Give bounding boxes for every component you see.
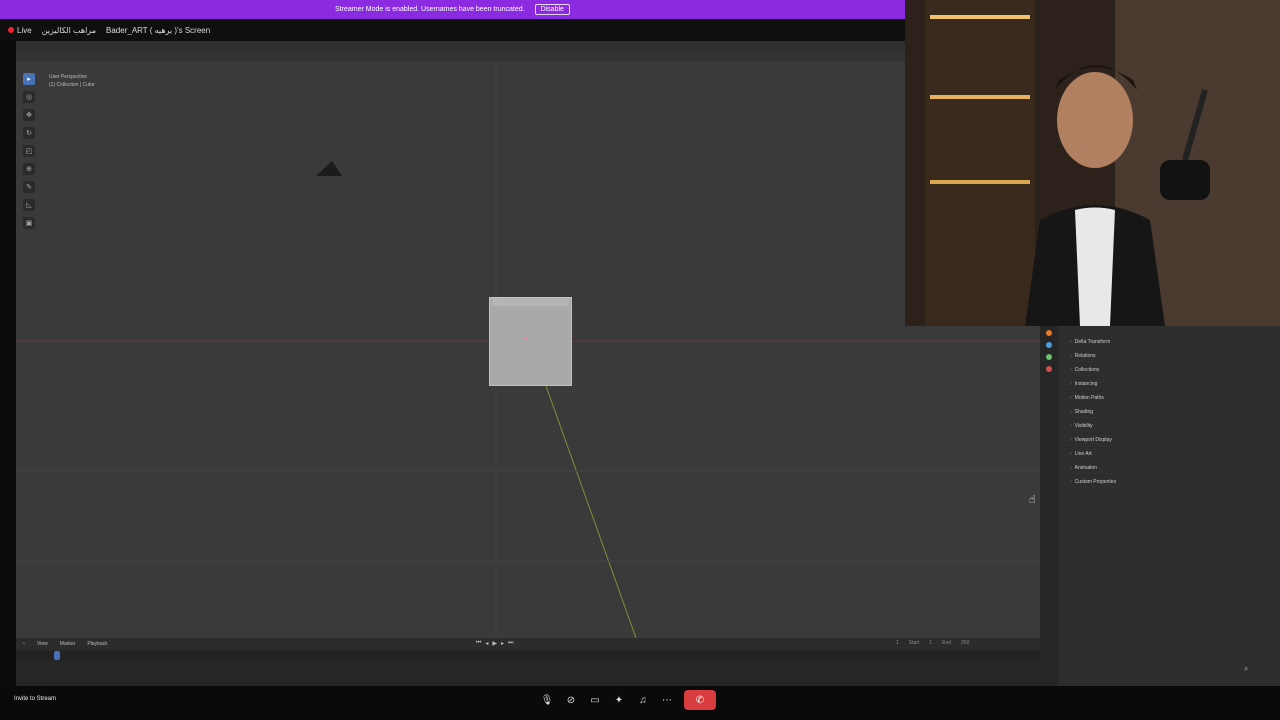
viewport-info: User Perspective (1) Collection | Cube xyxy=(49,73,95,89)
call-controls: 🎙 ⊘ ▭ ✦ ♫ ⋯ ✆ xyxy=(540,690,716,710)
select-tool-icon[interactable]: ▸ xyxy=(23,73,35,85)
screen-share-icon[interactable]: ▭ xyxy=(588,693,602,707)
microphone xyxy=(1160,160,1210,200)
play-icon[interactable]: ▶ xyxy=(492,640,497,647)
activities-icon[interactable]: ✦ xyxy=(612,693,626,707)
timeline-panel: ◔ View Marker Playback ⏮ ◂ ▶ ▸ ⏭ 1 Start… xyxy=(16,638,1040,686)
stream-header: Live مراهب الكاليزين Bader_ART ( برهيه )… xyxy=(0,19,905,41)
physics-tab-icon[interactable] xyxy=(1046,354,1052,360)
prop-delta-transform[interactable]: › Delta Transform xyxy=(1064,336,1260,350)
prop-motion-paths[interactable]: › Motion Paths xyxy=(1064,392,1260,406)
scale-tool-icon[interactable]: ◰ xyxy=(23,145,35,157)
material-tab-icon[interactable] xyxy=(1046,366,1052,372)
properties-panel: › Delta Transform › Relations › Collections… xyxy=(1040,326,1280,686)
measure-tool-icon[interactable]: ◺ xyxy=(23,199,35,211)
frame-range: 1 Start 1 End 250 xyxy=(896,640,969,646)
soundboard-icon[interactable]: ♫ xyxy=(636,693,650,707)
disable-button[interactable]: Disable xyxy=(534,4,570,15)
shelf-light xyxy=(930,95,1030,99)
prop-animation[interactable]: › Animation xyxy=(1064,462,1260,476)
invite-to-stream-button[interactable]: Invite to Stream xyxy=(14,696,56,702)
more-options-icon[interactable]: ⋯ xyxy=(660,693,674,707)
prop-visibility[interactable]: › Visibility xyxy=(1064,420,1260,434)
zoom-search-icon[interactable]: ⌕ xyxy=(1244,664,1248,674)
live-dot-icon xyxy=(8,26,14,33)
blender-viewport[interactable]: ▸ ◎ ✥ ↻ ◰ ⊕ ✎ ◺ ▣ User Perspective (1) C… xyxy=(16,41,1040,638)
move-tool-icon[interactable]: ✥ xyxy=(23,109,35,121)
prop-collections[interactable]: › Collections xyxy=(1064,364,1260,378)
leave-call-button[interactable]: ✆ xyxy=(684,690,716,710)
live-badge: Live xyxy=(8,26,32,35)
prop-instancing[interactable]: › Instancing xyxy=(1064,378,1260,392)
start-label: Start xyxy=(908,640,920,646)
end-label: End xyxy=(942,640,952,646)
timeline-playback-menu[interactable]: Playback xyxy=(87,641,107,647)
shirt xyxy=(1075,207,1115,326)
shelf xyxy=(925,0,1035,326)
streamer-mode-banner: Streamer Mode is enabled. Usernames have… xyxy=(0,0,905,19)
jump-end-icon[interactable]: ⏭ xyxy=(508,640,513,647)
timeline-marker-menu[interactable]: Marker xyxy=(60,641,76,647)
timeline-view-menu[interactable]: View xyxy=(37,641,48,647)
annotate-tool-icon[interactable]: ✎ xyxy=(23,181,35,193)
face xyxy=(1057,72,1133,168)
prev-key-icon[interactable]: ◂ xyxy=(485,640,488,647)
current-frame-field[interactable]: 1 xyxy=(896,640,899,646)
timeline-ruler[interactable] xyxy=(16,651,1040,660)
microphone-icon[interactable]: 🎙 xyxy=(540,693,554,707)
camera-off-icon[interactable]: ⊘ xyxy=(564,693,578,707)
prop-custom-properties[interactable]: › Custom Properties xyxy=(1064,476,1260,490)
transform-tool-icon[interactable]: ⊕ xyxy=(23,163,35,175)
modifier-tab-icon[interactable] xyxy=(1046,342,1052,348)
object-origin-icon: + xyxy=(523,334,528,343)
webcam-image xyxy=(905,0,1280,326)
end-field[interactable]: 250 xyxy=(961,640,969,646)
prop-shading[interactable]: › Shading xyxy=(1064,406,1260,420)
stream-title: Bader_ART ( برهيه )'s Screen xyxy=(106,25,211,35)
webcam-feed xyxy=(905,0,1280,326)
prop-viewport-display[interactable]: › Viewport Display xyxy=(1064,434,1260,448)
banner-text: Streamer Mode is enabled. Usernames have… xyxy=(335,6,525,13)
timeline-editor-icon[interactable]: ◔ xyxy=(22,641,25,647)
cursor-tool-icon[interactable]: ◎ xyxy=(23,91,35,103)
timeline-playhead[interactable] xyxy=(54,651,60,660)
cube-top-face xyxy=(492,298,569,306)
rotate-tool-icon[interactable]: ↻ xyxy=(23,127,35,139)
jump-start-icon[interactable]: ⏮ xyxy=(476,640,481,647)
shelf-light xyxy=(930,15,1030,19)
timeline-header: ◔ View Marker Playback xyxy=(16,638,1040,650)
viewport-header xyxy=(16,53,1040,61)
blender-topbar xyxy=(16,41,1040,53)
camera-object xyxy=(316,161,342,176)
prop-line-art[interactable]: › Line Art xyxy=(1064,448,1260,462)
tool-shelf: ▸ ◎ ✥ ↻ ◰ ⊕ ✎ ◺ ▣ xyxy=(23,73,39,229)
prop-relations[interactable]: › Relations xyxy=(1064,350,1260,364)
active-object-label: (1) Collection | Cube xyxy=(49,82,95,88)
playback-controls: ⏮ ◂ ▶ ▸ ⏭ xyxy=(476,640,513,647)
mouse-cursor-icon: ☝ xyxy=(1029,494,1036,506)
y-axis-line xyxy=(545,385,637,638)
properties-list: › Delta Transform › Relations › Collections… xyxy=(1064,336,1260,490)
view-mode-label: User Perspective xyxy=(49,74,88,80)
start-field[interactable]: 1 xyxy=(929,640,932,646)
server-name[interactable]: مراهب الكاليزين xyxy=(42,26,96,35)
next-key-icon[interactable]: ▸ xyxy=(501,640,504,647)
properties-tabs xyxy=(1040,326,1058,686)
add-cube-tool-icon[interactable]: ▣ xyxy=(23,217,35,229)
shelf-light xyxy=(930,180,1030,184)
object-tab-icon[interactable] xyxy=(1046,330,1052,336)
